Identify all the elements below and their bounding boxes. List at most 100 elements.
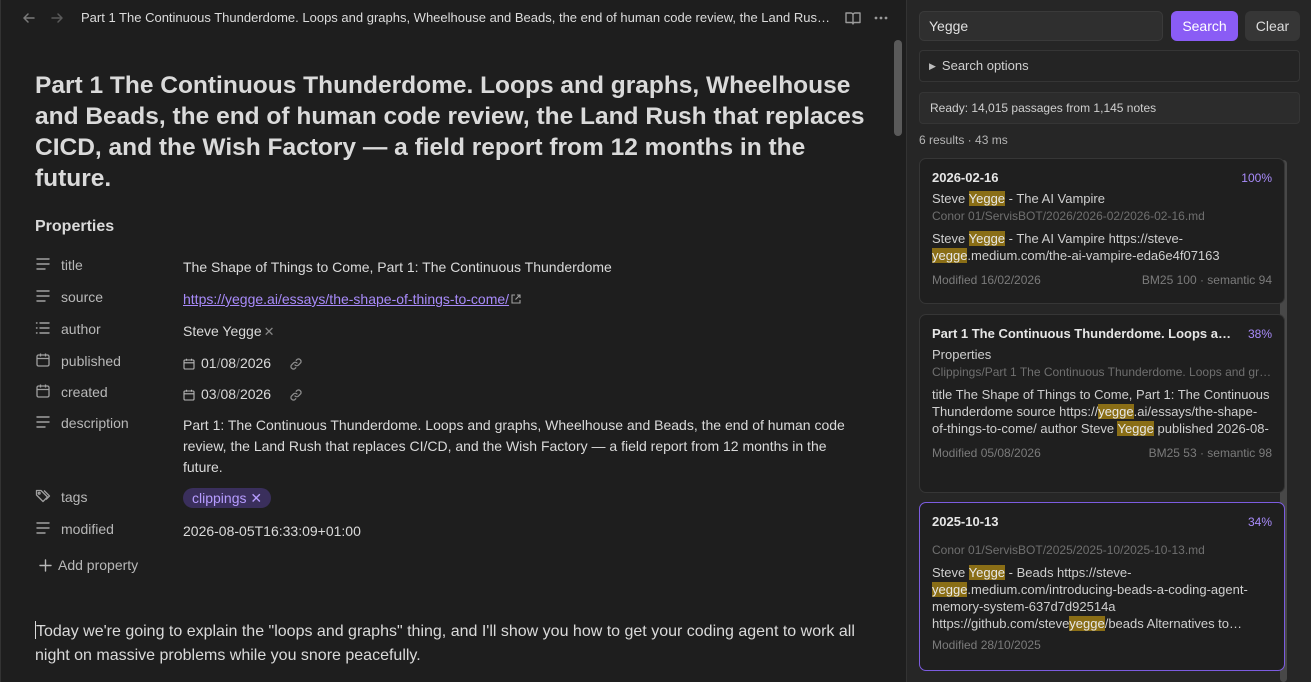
- date-year: 2026: [239, 386, 272, 402]
- remove-tag-icon[interactable]: ✕: [250, 490, 262, 506]
- result-title[interactable]: Part 1 The Continuous Thunderdome. Loops…: [932, 326, 1232, 341]
- text-lines-icon: [35, 256, 51, 272]
- property-title: title The Shape of Things to Come, Part …: [35, 254, 855, 276]
- editor-pane: Part 1 The Continuous Thunderdome. Loops…: [0, 0, 905, 682]
- property-value[interactable]: Part 1: The Continuous Thunderdome. Loop…: [183, 415, 848, 478]
- result-footer: Modified 28/10/2025: [932, 638, 1272, 652]
- link-icon[interactable]: [289, 388, 303, 402]
- result-score: 38%: [1247, 327, 1272, 341]
- property-key[interactable]: created: [61, 384, 108, 400]
- search-sidebar: Search Clear ▶ Search options Ready: 14,0…: [906, 0, 1311, 682]
- result-path: Conor 01/ServisBOT/2026/2026-02/2026-02-…: [932, 209, 1205, 223]
- result-score: 34%: [1247, 515, 1272, 529]
- more-horizontal-icon[interactable]: [872, 9, 890, 27]
- property-key[interactable]: description: [61, 415, 129, 431]
- result-header: Part 1 The Continuous Thunderdome. Loops…: [932, 326, 1272, 341]
- date-value: 01/08/2026: [201, 355, 272, 371]
- match-highlight: yegge: [1098, 404, 1134, 419]
- snippet-text: .medium.com/the-ai-vampire-eda6e4f07163: [967, 248, 1220, 263]
- search-options-label: Search options: [941, 58, 1029, 73]
- property-key[interactable]: modified: [61, 521, 114, 537]
- result-card-active[interactable]: 2025-10-13 34% Conor 01/ServisBOT/2025/2…: [919, 502, 1285, 671]
- calendar-icon: [183, 389, 195, 401]
- note-body[interactable]: Today we're going to explain the "loops …: [35, 620, 855, 668]
- body-paragraph: Today we're going to explain the "loops …: [35, 623, 855, 664]
- external-link-icon[interactable]: [511, 289, 521, 304]
- match-highlight: Yegge: [968, 231, 1006, 246]
- text-lines-icon: [35, 520, 51, 536]
- result-scores: BM25 53 · semantic 98: [1148, 446, 1272, 460]
- editor-scrollbar[interactable]: [894, 40, 902, 136]
- forward-icon[interactable]: [49, 10, 65, 26]
- result-snippet: Steve Yegge - Beads https://steve-yegge.…: [932, 564, 1272, 632]
- back-icon[interactable]: [21, 10, 37, 26]
- result-footer: Modified 05/08/2026 BM25 53 · semantic 9…: [932, 446, 1272, 460]
- property-value: clippings ✕: [183, 488, 272, 510]
- add-property-button[interactable]: Add property: [39, 557, 138, 573]
- search-button[interactable]: Search: [1171, 11, 1238, 41]
- tab-title[interactable]: Part 1 The Continuous Thunderdome. Loops…: [81, 10, 833, 25]
- plus-icon: [39, 558, 52, 572]
- tags-icon: [35, 488, 51, 504]
- result-footer: Modified 16/02/2026 BM25 100 · semantic …: [932, 273, 1272, 287]
- index-status: Ready: 14,015 passages from 1,145 notes: [919, 92, 1300, 124]
- snippet-text: Steve: [932, 231, 969, 246]
- property-key[interactable]: source: [61, 289, 103, 305]
- clear-button[interactable]: Clear: [1245, 11, 1300, 41]
- snippet-text: - The AI Vampire https://steve-: [1005, 231, 1184, 246]
- subtitle-text: - The AI Vampire: [1005, 191, 1105, 206]
- snippet-text: Steve: [932, 565, 969, 580]
- properties-heading: Properties: [35, 218, 115, 235]
- result-subtitle: Steve Yegge - The AI Vampire: [932, 191, 1272, 206]
- result-subtitle: Properties: [932, 347, 992, 362]
- property-key[interactable]: author: [61, 321, 101, 337]
- add-property-label: Add property: [58, 557, 139, 573]
- property-value[interactable]: The Shape of Things to Come, Part 1: The…: [183, 257, 612, 278]
- text-lines-icon: [35, 288, 51, 304]
- tag-label: clippings: [192, 490, 247, 506]
- calendar-icon: [183, 358, 195, 370]
- result-card[interactable]: 2026-02-16 100% Steve Yegge - The AI Vam…: [919, 158, 1285, 304]
- list-icon: [35, 320, 51, 336]
- note-title[interactable]: Part 1 The Continuous Thunderdome. Loops…: [35, 70, 865, 194]
- date-day: 03: [201, 386, 217, 402]
- date-input[interactable]: 01/08/2026: [183, 353, 303, 374]
- date-input[interactable]: 03/08/2026: [183, 384, 303, 405]
- match-highlight: yegge: [1069, 616, 1105, 631]
- result-modified: Modified 05/08/2026: [932, 446, 1041, 460]
- calendar-icon: [35, 383, 51, 399]
- property-key[interactable]: published: [61, 353, 121, 369]
- author-chip[interactable]: Steve Yegge: [183, 323, 262, 339]
- result-scores: BM25 100 · semantic 94: [1141, 273, 1272, 287]
- property-author: author Steve Yegge ✕: [35, 318, 855, 340]
- text-lines-icon: [35, 414, 51, 430]
- link-icon[interactable]: [289, 357, 303, 371]
- property-key[interactable]: title: [61, 257, 83, 273]
- property-value[interactable]: 2026-08-05T16:33:09+01:00: [183, 521, 361, 542]
- editor-header: Part 1 The Continuous Thunderdome. Loops…: [1, 0, 906, 36]
- remove-icon[interactable]: ✕: [264, 324, 275, 339]
- match-highlight: Yegge: [968, 191, 1006, 206]
- result-path: Conor 01/ServisBOT/2025/2025-10/2025-10-…: [932, 543, 1205, 557]
- property-value: https://yegge.ai/essays/the-shape-of-thi…: [183, 289, 521, 310]
- result-title[interactable]: 2026-02-16: [932, 170, 999, 185]
- calendar-icon: [35, 352, 51, 368]
- book-open-icon[interactable]: [844, 9, 862, 27]
- result-path: Clippings/Part 1 The Continuous Thunderd…: [932, 365, 1272, 379]
- tag-pill[interactable]: clippings ✕: [183, 488, 272, 508]
- source-link[interactable]: https://yegge.ai/essays/the-shape-of-thi…: [183, 291, 509, 307]
- result-title[interactable]: 2025-10-13: [932, 514, 999, 529]
- match-highlight: Yegge: [1117, 421, 1154, 436]
- property-description: description Part 1: The Continuous Thund…: [35, 412, 855, 478]
- result-modified: Modified 16/02/2026: [932, 273, 1041, 287]
- property-created: created 03/08/2026: [35, 381, 855, 403]
- search-options-toggle[interactable]: ▶ Search options: [919, 50, 1300, 82]
- property-value: Steve Yegge ✕: [183, 321, 275, 342]
- search-input[interactable]: [919, 11, 1163, 41]
- result-card[interactable]: Part 1 The Continuous Thunderdome. Loops…: [919, 314, 1285, 493]
- property-key[interactable]: tags: [61, 489, 87, 505]
- subtitle-text: Steve: [932, 191, 969, 206]
- property-published: published 01/08/2026: [35, 350, 855, 372]
- result-modified: Modified 28/10/2025: [932, 638, 1041, 652]
- match-highlight: yegge: [932, 248, 968, 263]
